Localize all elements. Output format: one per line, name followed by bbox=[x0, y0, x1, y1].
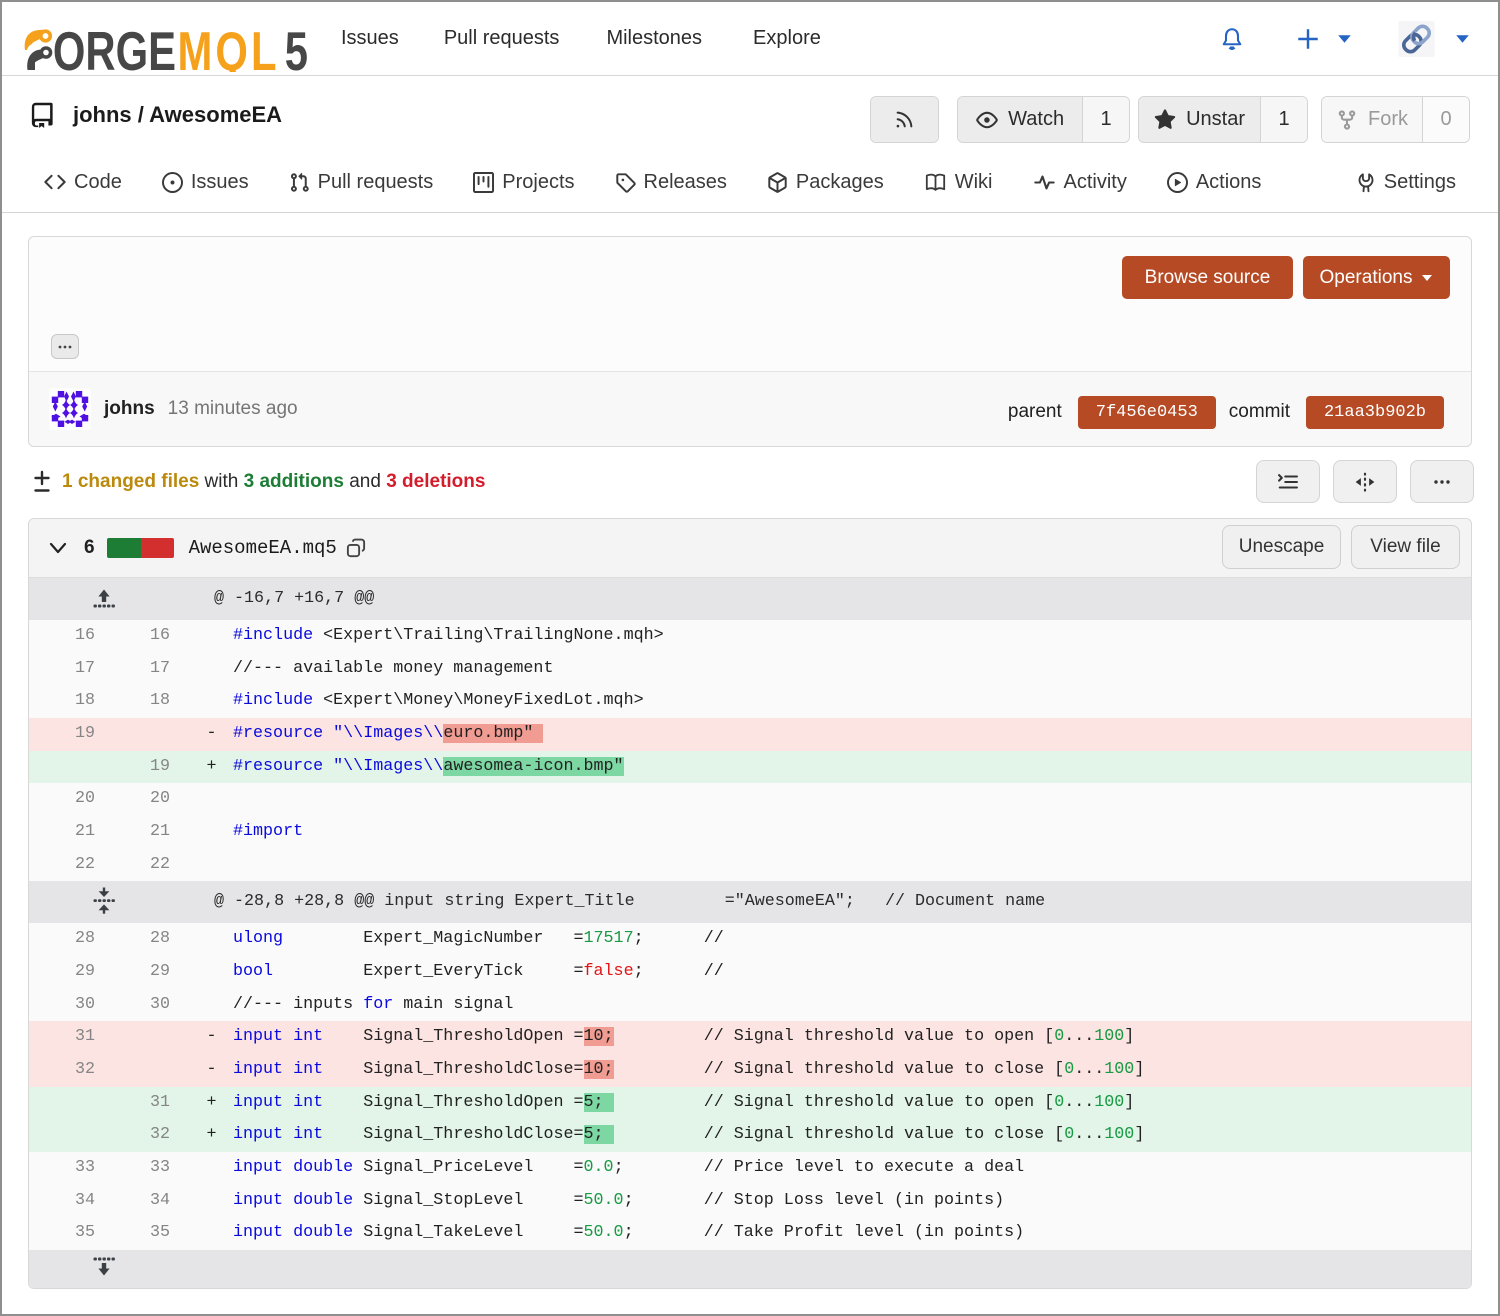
svg-text:ORGE: ORGE bbox=[53, 21, 176, 71]
svg-text:MQL: MQL bbox=[178, 21, 280, 71]
svg-text:5: 5 bbox=[285, 21, 308, 71]
